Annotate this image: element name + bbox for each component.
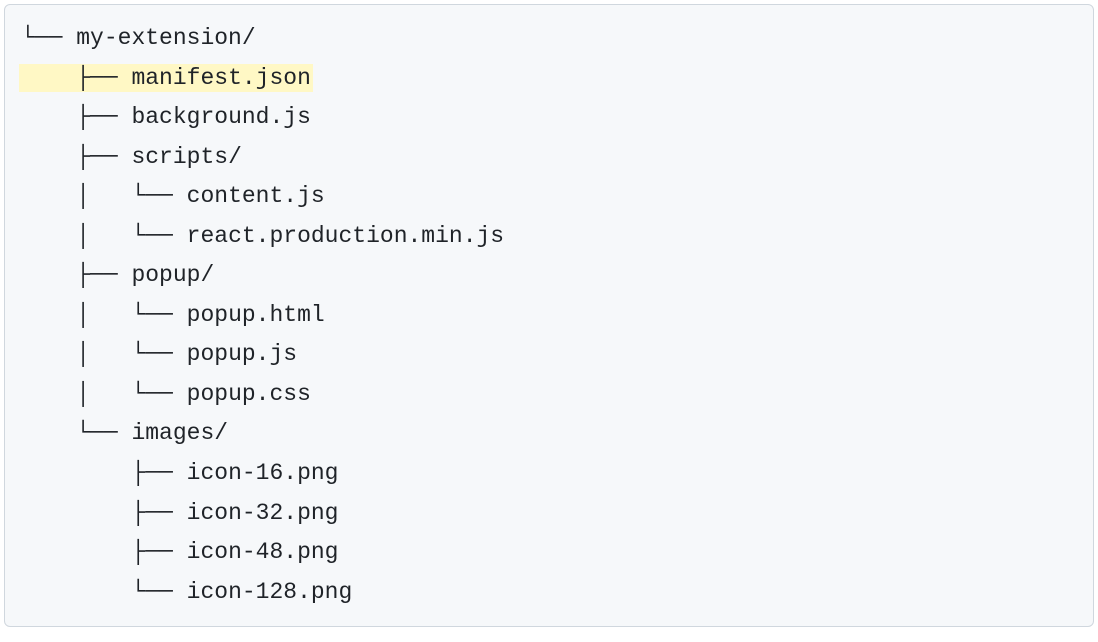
tree-filename: icon-48.png bbox=[187, 539, 339, 565]
tree-prefix: ├── bbox=[131, 460, 172, 486]
tree-filename: popup.js bbox=[187, 341, 297, 367]
tree-line: │ └── popup.html bbox=[21, 296, 1077, 336]
tree-line: ├── scripts/ bbox=[21, 138, 1077, 178]
tree-filename: popup.html bbox=[187, 302, 325, 328]
tree-indent bbox=[21, 65, 76, 91]
tree-filename: my-extension/ bbox=[76, 25, 255, 51]
tree-prefix: └── bbox=[131, 223, 172, 249]
tree-indent: │ bbox=[21, 223, 131, 249]
tree-line: │ └── content.js bbox=[21, 177, 1077, 217]
tree-prefix: └── bbox=[21, 25, 62, 51]
tree-indent bbox=[21, 460, 131, 486]
tree-indent bbox=[21, 144, 76, 170]
tree-line: ├── icon-32.png bbox=[21, 494, 1077, 534]
tree-prefix: └── bbox=[131, 381, 172, 407]
tree-indent: │ bbox=[21, 341, 131, 367]
tree-line: └── my-extension/ bbox=[21, 19, 1077, 59]
tree-filename: react.production.min.js bbox=[187, 223, 504, 249]
tree-filename: icon-32.png bbox=[187, 500, 339, 526]
tree-prefix: ├── bbox=[76, 104, 117, 130]
tree-prefix: └── bbox=[131, 579, 172, 605]
tree-filename: popup/ bbox=[131, 262, 214, 288]
tree-line: ├── manifest.json bbox=[21, 59, 1077, 99]
tree-line: ├── background.js bbox=[21, 98, 1077, 138]
tree-prefix: ├── bbox=[76, 262, 117, 288]
tree-indent bbox=[21, 104, 76, 130]
tree-indent bbox=[21, 500, 131, 526]
tree-indent bbox=[21, 539, 131, 565]
tree-indent bbox=[21, 262, 76, 288]
highlighted-line: ├── manifest.json bbox=[19, 64, 313, 92]
tree-prefix: ├── bbox=[131, 539, 172, 565]
tree-line: │ └── popup.css bbox=[21, 375, 1077, 415]
tree-filename: popup.css bbox=[187, 381, 311, 407]
tree-indent: │ bbox=[21, 302, 131, 328]
tree-prefix: └── bbox=[76, 420, 117, 446]
tree-filename: images/ bbox=[131, 420, 228, 446]
tree-prefix: ├── bbox=[76, 144, 117, 170]
tree-filename: background.js bbox=[131, 104, 310, 130]
tree-line: ├── popup/ bbox=[21, 256, 1077, 296]
tree-prefix: └── bbox=[131, 341, 172, 367]
tree-line: └── images/ bbox=[21, 414, 1077, 454]
tree-line: └── icon-128.png bbox=[21, 573, 1077, 613]
tree-line: ├── icon-16.png bbox=[21, 454, 1077, 494]
tree-filename: icon-128.png bbox=[187, 579, 353, 605]
tree-prefix: └── bbox=[131, 183, 172, 209]
tree-prefix: ├── bbox=[131, 500, 172, 526]
tree-prefix: ├── bbox=[76, 65, 117, 91]
tree-filename: manifest.json bbox=[131, 65, 310, 91]
tree-line: │ └── react.production.min.js bbox=[21, 217, 1077, 257]
tree-filename: content.js bbox=[187, 183, 325, 209]
tree-indent: │ bbox=[21, 381, 131, 407]
tree-filename: scripts/ bbox=[131, 144, 241, 170]
tree-indent: │ bbox=[21, 183, 131, 209]
file-tree-code-block: └── my-extension/ ├── manifest.json ├── … bbox=[4, 4, 1094, 627]
tree-line: ├── icon-48.png bbox=[21, 533, 1077, 573]
tree-indent bbox=[21, 579, 131, 605]
tree-line: │ └── popup.js bbox=[21, 335, 1077, 375]
tree-prefix: └── bbox=[131, 302, 172, 328]
tree-filename: icon-16.png bbox=[187, 460, 339, 486]
tree-indent bbox=[21, 420, 76, 446]
